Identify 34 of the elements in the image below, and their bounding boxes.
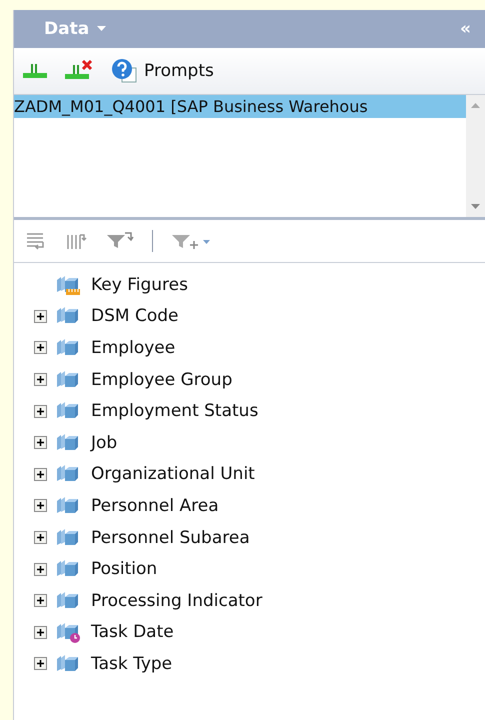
expand-icon[interactable]: [34, 468, 47, 481]
expand-icon[interactable]: [34, 594, 47, 608]
tree-item[interactable]: Processing Indicator: [91, 590, 262, 611]
time-dimension-icon: [55, 621, 81, 644]
tree-item[interactable]: Personnel Subarea: [91, 528, 250, 548]
tree-item[interactable]: Position: [91, 559, 158, 580]
tree-item[interactable]: Organizational Unit: [91, 464, 255, 484]
scroll-down-icon[interactable]: [471, 204, 480, 209]
tree-item[interactable]: Task Date: [91, 622, 174, 642]
connector-delete-icon[interactable]: [64, 60, 94, 82]
scrollbar[interactable]: [466, 95, 485, 217]
expand-icon[interactable]: [34, 499, 47, 512]
query-item[interactable]: ZADM_M01_Q4001 [SAP Business Warehous: [14, 95, 466, 118]
tree-item[interactable]: Employment Status: [91, 401, 258, 422]
tree-item[interactable]: Employee: [91, 338, 176, 358]
expand-icon[interactable]: [34, 626, 47, 639]
expand-icon[interactable]: [34, 562, 47, 576]
tree-item[interactable]: Key Figures: [91, 274, 188, 295]
connector-icon[interactable]: [22, 61, 48, 81]
expand-icon[interactable]: [34, 404, 47, 418]
expand-icon[interactable]: [34, 531, 47, 544]
expand-icon[interactable]: [34, 657, 47, 670]
tree-item[interactable]: Task Type: [91, 654, 172, 674]
expand-icon[interactable]: [34, 373, 47, 386]
tree-item[interactable]: Employee Group: [91, 370, 232, 390]
filter-icon[interactable]: [106, 231, 134, 251]
expand-icon[interactable]: [34, 310, 47, 323]
tree-item[interactable]: Job: [91, 432, 118, 453]
expand-icon[interactable]: [34, 341, 47, 354]
expand-icon[interactable]: [34, 436, 47, 450]
prompts-button[interactable]: Prompts: [110, 58, 214, 84]
tree-item[interactable]: Personnel Area: [91, 496, 219, 516]
tree-item[interactable]: DSM Code: [91, 306, 178, 326]
measure-icon: [55, 274, 81, 296]
